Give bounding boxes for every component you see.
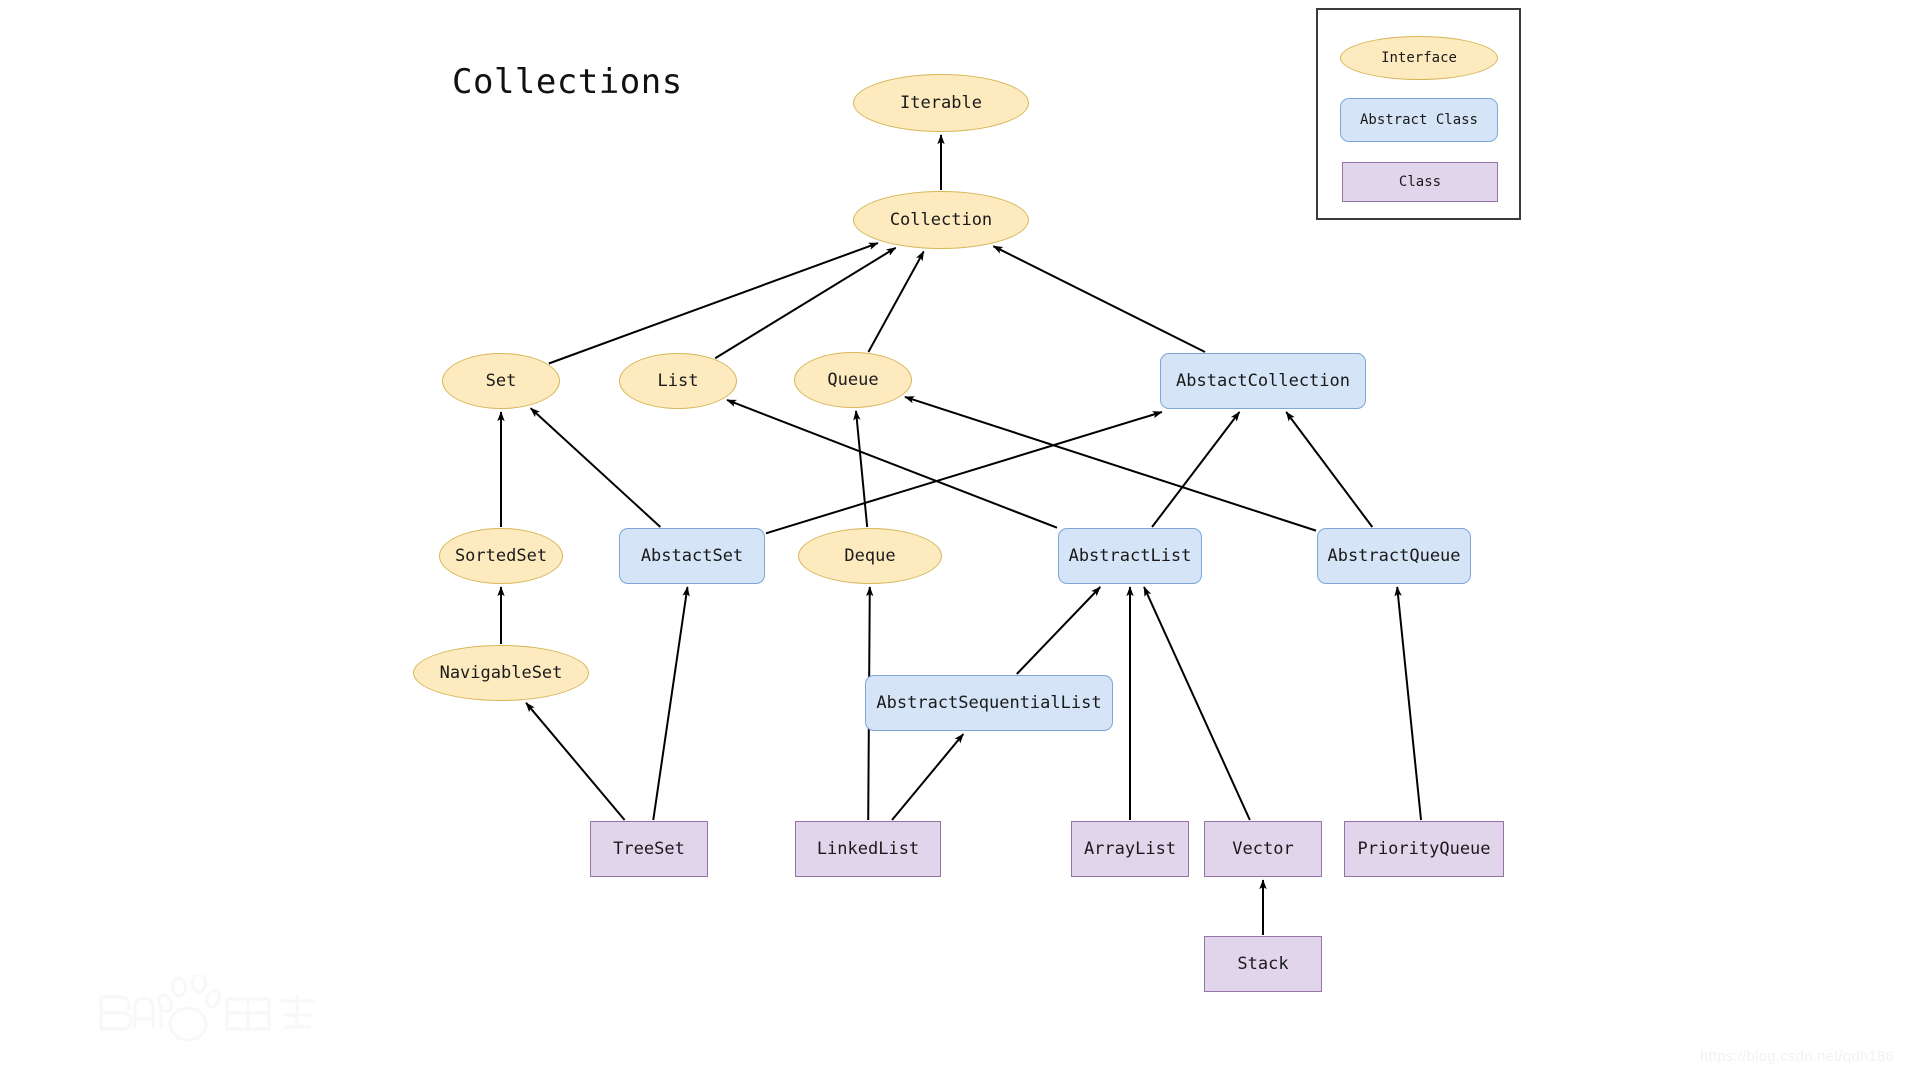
node-treeset[interactable]: TreeSet — [590, 821, 708, 877]
node-abstactset[interactable]: AbstactSet — [619, 528, 765, 584]
legend-label-interface: Interface — [1381, 50, 1457, 66]
node-label: Set — [485, 370, 517, 391]
node-deque[interactable]: Deque — [798, 528, 942, 584]
csdn-url-watermark: https://blog.csdn.net/qdh186 — [1700, 1048, 1895, 1065]
node-abstractsequentiallist[interactable]: AbstractSequentialList — [865, 675, 1113, 731]
node-label: ArrayList — [1083, 838, 1177, 859]
node-label: Queue — [827, 369, 879, 390]
node-label: AbstractQueue — [1327, 545, 1461, 566]
node-label: TreeSet — [613, 838, 685, 859]
node-sortedset[interactable]: SortedSet — [439, 528, 563, 584]
node-collection[interactable]: Collection — [853, 191, 1029, 249]
node-label: List — [657, 370, 699, 391]
node-abstactcollection[interactable]: AbstactCollection — [1160, 353, 1366, 409]
node-label: AbstactCollection — [1176, 370, 1350, 391]
node-label: Stack — [1237, 953, 1289, 974]
legend-item-interface: Interface — [1340, 36, 1498, 80]
node-label: NavigableSet — [439, 662, 563, 683]
node-label: LinkedList — [816, 838, 920, 859]
node-queue[interactable]: Queue — [794, 352, 912, 408]
node-label: AbstractSequentialList — [876, 692, 1102, 713]
legend-item-class: Class — [1342, 162, 1498, 202]
node-linkedlist[interactable]: LinkedList — [795, 821, 941, 877]
node-arraylist[interactable]: ArrayList — [1071, 821, 1189, 877]
node-label: Deque — [844, 545, 896, 566]
node-list[interactable]: List — [619, 353, 737, 409]
node-set[interactable]: Set — [442, 353, 560, 409]
node-iterable[interactable]: Iterable — [853, 74, 1029, 132]
node-label: Vector — [1232, 838, 1294, 859]
node-layer: Iterable Collection Set List Queue AbstactCol… — [0, 0, 1920, 1080]
diagram-canvas: Collections Iterable Collection Set List Que… — [0, 0, 1920, 1080]
node-label: Iterable — [900, 92, 982, 113]
node-abstractlist[interactable]: AbstractList — [1058, 528, 1202, 584]
node-stack[interactable]: Stack — [1204, 936, 1322, 992]
node-vector[interactable]: Vector — [1204, 821, 1322, 877]
node-label: AbstractList — [1068, 545, 1192, 566]
node-abstractqueue[interactable]: AbstractQueue — [1317, 528, 1471, 584]
node-label: PriorityQueue — [1357, 838, 1491, 859]
legend-box: Interface Abstract Class Class — [1316, 8, 1521, 220]
legend-label-abstract-class: Abstract Class — [1359, 112, 1478, 128]
node-label: AbstactSet — [640, 545, 744, 566]
node-label: Collection — [889, 209, 993, 230]
node-navigableset[interactable]: NavigableSet — [413, 645, 589, 701]
legend-item-abstract-class: Abstract Class — [1340, 98, 1498, 142]
node-label: SortedSet — [454, 545, 548, 566]
node-priorityqueue[interactable]: PriorityQueue — [1344, 821, 1504, 877]
legend-label-class: Class — [1398, 174, 1442, 190]
